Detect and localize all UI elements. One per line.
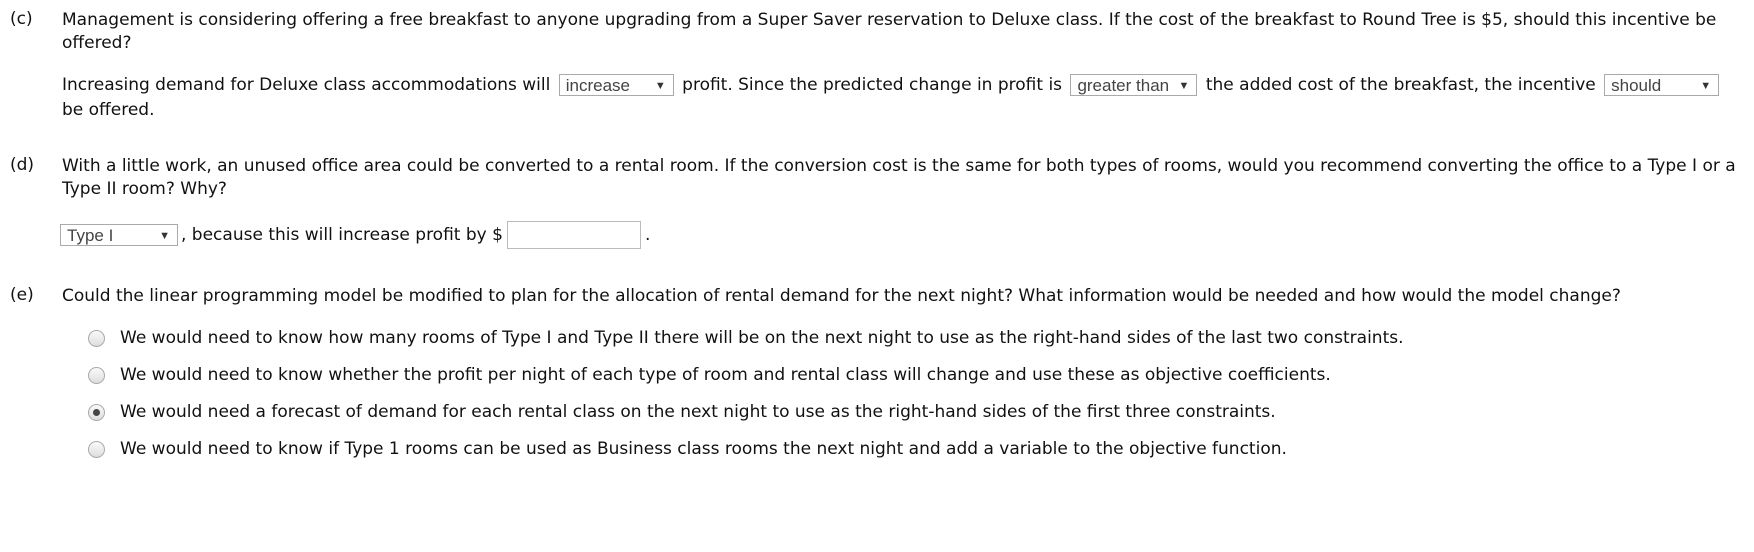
part-label: (e): [10, 285, 34, 305]
radio-option[interactable]: We would need to know whether the profit…: [88, 357, 1745, 394]
selected-value: increase: [565, 76, 631, 95]
answer-text: Increasing demand for Deluxe class accom…: [62, 75, 551, 95]
radio-button[interactable]: [88, 441, 105, 458]
option-text: We would need to know how many rooms of …: [120, 328, 1404, 348]
answer-sentence: Type I ▼ , because this will increase prof…: [60, 221, 1745, 249]
radio-option[interactable]: We would need to know how many rooms of …: [88, 320, 1745, 357]
radio-button[interactable]: [88, 367, 105, 384]
selected-value: Type I: [67, 226, 114, 245]
answer-text: , because this will increase profit by $: [181, 225, 503, 245]
answer-text: the added cost of the breakfast, the inc…: [1205, 75, 1596, 95]
part-c: (c) Management is considering offering a…: [10, 9, 1745, 123]
profit-increase-input[interactable]: [506, 221, 641, 249]
radio-option[interactable]: We would need to know if Type 1 rooms ca…: [88, 431, 1745, 468]
answer-text: be offered.: [62, 100, 155, 120]
selected-value: should: [1611, 76, 1662, 95]
dropdown-arrow-icon: ▼: [654, 80, 666, 92]
option-text: We would need to know whether the profit…: [120, 365, 1331, 385]
part-label: (c): [10, 9, 33, 29]
comparison-select[interactable]: greater than ▼: [1070, 74, 1198, 96]
selected-value: greater than: [1077, 76, 1170, 95]
room-type-select[interactable]: Type I ▼: [60, 224, 178, 246]
profit-direction-select[interactable]: increase ▼: [558, 74, 674, 96]
dropdown-arrow-icon: ▼: [1700, 80, 1712, 92]
dropdown-arrow-icon: ▼: [159, 230, 170, 242]
question-text: With a little work, an unused office are…: [62, 156, 1736, 199]
radio-button[interactable]: [88, 330, 105, 347]
option-text: We would need a forecast of demand for e…: [120, 402, 1276, 422]
recommendation-select[interactable]: should ▼: [1604, 74, 1720, 96]
question-text: Could the linear programming model be mo…: [62, 286, 1621, 306]
dropdown-arrow-icon: ▼: [1178, 80, 1190, 92]
question-text: Management is considering offering a fre…: [62, 10, 1717, 53]
radio-button-selected[interactable]: [88, 404, 105, 421]
answer-options: We would need to know how many rooms of …: [88, 320, 1745, 468]
part-e: (e) Could the linear programming model b…: [10, 285, 1745, 468]
answer-text: .: [644, 225, 651, 245]
answer-text: profit. Since the predicted change in pr…: [682, 75, 1063, 95]
part-label: (d): [10, 155, 35, 175]
radio-option[interactable]: We would need a forecast of demand for e…: [88, 394, 1745, 431]
part-d: (d) With a little work, an unused office…: [10, 155, 1745, 249]
option-text: We would need to know if Type 1 rooms ca…: [120, 439, 1287, 459]
answer-sentence: Increasing demand for Deluxe class accom…: [62, 73, 1745, 123]
